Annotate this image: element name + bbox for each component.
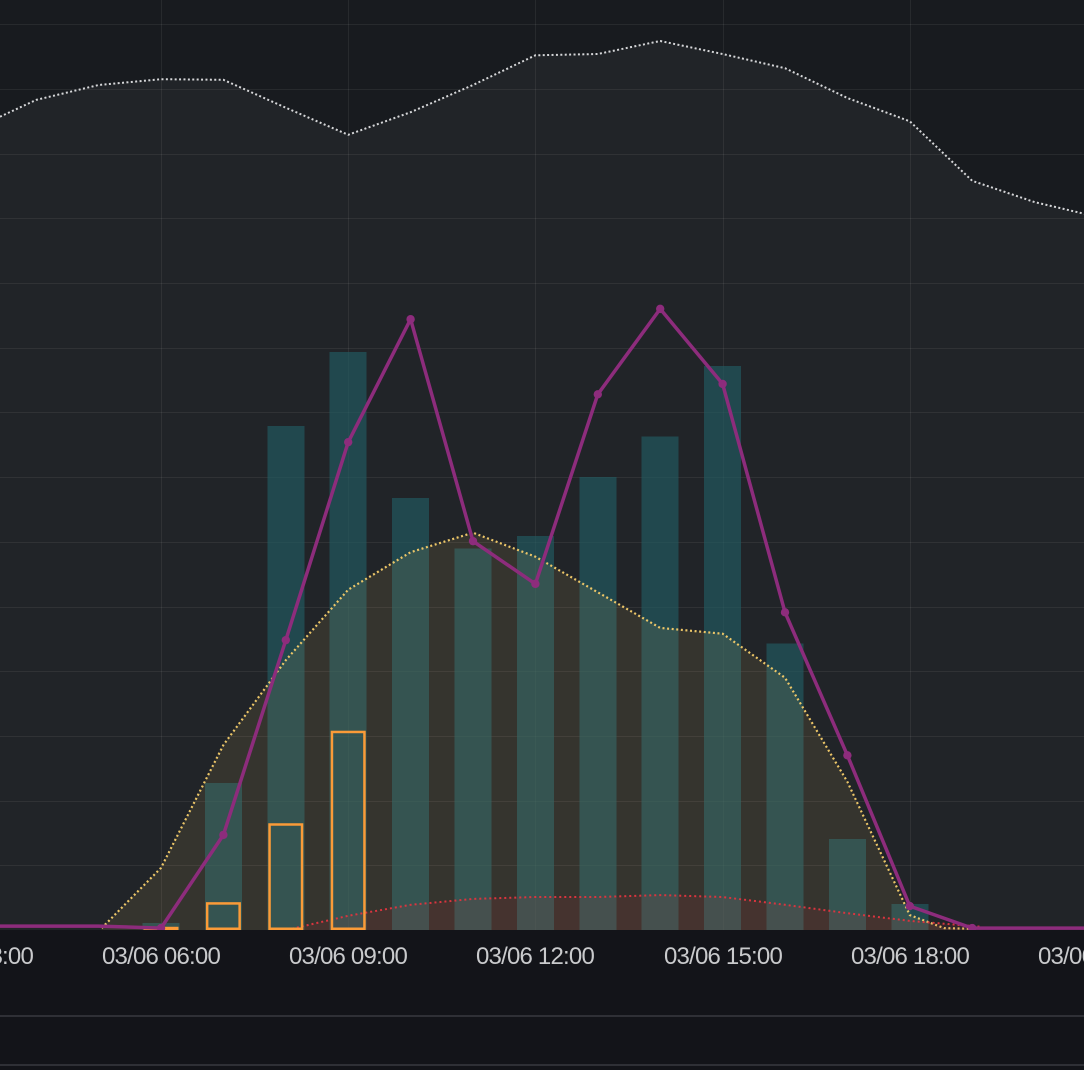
line-vertex-marker bbox=[906, 902, 914, 910]
panel-divider-top bbox=[0, 1015, 1084, 1017]
line-vertex-marker bbox=[219, 831, 227, 839]
x-axis: 03/06 03:00 03/06 06:00 03/06 09:00 03/06 1… bbox=[0, 942, 1084, 976]
x-axis-tick-label: 03/06 06:00 bbox=[102, 942, 220, 972]
x-axis-tick-label: 03/06 15:00 bbox=[664, 942, 782, 972]
line-vertex-marker bbox=[344, 438, 352, 446]
line-vertex-marker bbox=[406, 315, 414, 323]
line-vertex-marker bbox=[843, 751, 851, 759]
line-vertex-marker bbox=[469, 537, 477, 545]
x-axis-tick-label: 03/06 09:00 bbox=[289, 942, 407, 972]
line-vertex-marker bbox=[594, 390, 602, 398]
line-vertex-marker bbox=[718, 380, 726, 388]
time-series-plot-area[interactable] bbox=[0, 0, 1084, 930]
line-vertex-marker bbox=[781, 608, 789, 616]
x-axis-tick-label: 03/06 12:00 bbox=[476, 942, 594, 972]
panel-divider-bottom bbox=[0, 1064, 1084, 1066]
dashboard-panel-crop: 03/06 03:00 03/06 06:00 03/06 09:00 03/06 1… bbox=[0, 0, 1084, 1070]
x-axis-tick-label: 03/06 21:00 bbox=[1038, 942, 1084, 972]
line-vertex-marker bbox=[656, 305, 664, 313]
x-axis-tick-label: 03/06 03:00 bbox=[0, 942, 33, 972]
chart-svg bbox=[0, 0, 1084, 930]
line-vertex-marker bbox=[282, 636, 290, 644]
line-vertex-marker bbox=[531, 580, 539, 588]
x-axis-tick-label: 03/06 18:00 bbox=[851, 942, 969, 972]
